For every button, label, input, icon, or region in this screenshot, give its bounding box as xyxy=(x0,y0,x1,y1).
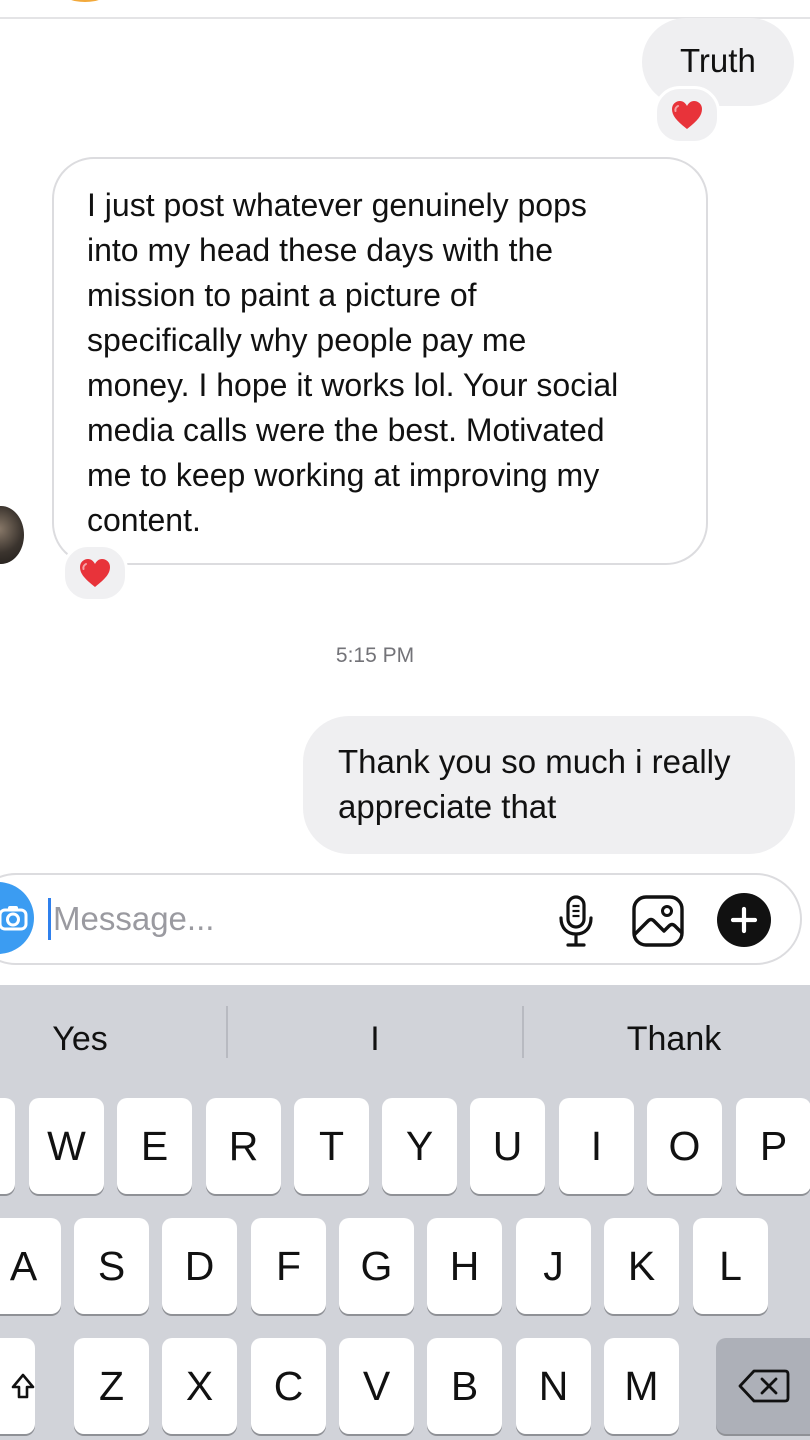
key-g[interactable]: G xyxy=(339,1218,414,1314)
key-r[interactable]: R xyxy=(206,1098,281,1194)
message-line: media calls were the best. Motivated xyxy=(87,412,605,448)
key-i[interactable]: I xyxy=(559,1098,634,1194)
plus-icon xyxy=(730,906,758,934)
shift-key[interactable] xyxy=(0,1338,35,1434)
key-n[interactable]: N xyxy=(516,1338,591,1434)
heart-icon xyxy=(672,101,702,129)
key-c[interactable]: C xyxy=(251,1338,326,1434)
key-q-partial[interactable] xyxy=(0,1098,15,1194)
key-b[interactable]: B xyxy=(427,1338,502,1434)
gallery-icon xyxy=(632,895,684,947)
voice-message-button[interactable] xyxy=(552,893,600,949)
key-u[interactable]: U xyxy=(470,1098,545,1194)
key-a[interactable]: A xyxy=(0,1218,61,1314)
backspace-icon xyxy=(738,1369,790,1403)
key-f[interactable]: F xyxy=(251,1218,326,1314)
message-text: Truth xyxy=(680,42,756,79)
message-text: I just post whatever genuinely pops into… xyxy=(87,183,687,543)
key-k[interactable]: K xyxy=(604,1218,679,1314)
key-v[interactable]: V xyxy=(339,1338,414,1434)
heart-reaction[interactable] xyxy=(62,544,128,602)
key-l[interactable]: L xyxy=(693,1218,768,1314)
camera-icon xyxy=(0,906,28,931)
message-timestamp: 5:15 PM xyxy=(335,644,415,667)
gallery-button[interactable] xyxy=(630,893,686,949)
sender-avatar[interactable] xyxy=(0,506,24,564)
key-e[interactable]: E xyxy=(117,1098,192,1194)
key-y[interactable]: Y xyxy=(382,1098,457,1194)
key-o[interactable]: O xyxy=(647,1098,722,1194)
outgoing-message-bubble[interactable]: Thank you so much i really appreciate th… xyxy=(303,716,795,854)
key-d[interactable]: D xyxy=(162,1218,237,1314)
key-h[interactable]: H xyxy=(427,1218,502,1314)
key-w[interactable]: W xyxy=(29,1098,104,1194)
chat-screen: Truth I just post whatever genuinely pop… xyxy=(0,0,810,1440)
more-options-button[interactable] xyxy=(717,893,771,947)
message-line: into my head these days with the xyxy=(87,232,554,268)
message-line: me to keep working at improving my xyxy=(87,457,600,493)
incoming-message-bubble[interactable]: I just post whatever genuinely pops into… xyxy=(52,157,708,565)
message-line: Thank you so much i really xyxy=(338,743,731,780)
suggestion-thank[interactable]: Thank xyxy=(524,1020,810,1060)
message-line: I just post whatever genuinely pops xyxy=(87,187,587,223)
message-input[interactable] xyxy=(53,896,533,942)
key-m[interactable]: M xyxy=(604,1338,679,1434)
message-line: money. I hope it works lol. Your social xyxy=(87,367,619,403)
top-avatar-peek xyxy=(60,0,110,2)
message-line: specifically why people pay me xyxy=(87,322,527,358)
heart-reaction[interactable] xyxy=(654,86,720,144)
message-line: content. xyxy=(87,502,201,538)
key-s[interactable]: S xyxy=(74,1218,149,1314)
message-line: appreciate that xyxy=(338,788,557,825)
suggestion-i[interactable]: I xyxy=(227,1020,523,1060)
key-x[interactable]: X xyxy=(162,1338,237,1434)
message-text: Thank you so much i really appreciate th… xyxy=(338,739,731,829)
heart-icon xyxy=(80,559,110,587)
key-p[interactable]: P xyxy=(736,1098,810,1194)
backspace-key[interactable] xyxy=(716,1338,810,1434)
key-j[interactable]: J xyxy=(516,1218,591,1314)
message-line: mission to paint a picture of xyxy=(87,277,477,313)
microphone-icon xyxy=(559,895,593,947)
key-t[interactable]: T xyxy=(294,1098,369,1194)
key-z[interactable]: Z xyxy=(74,1338,149,1434)
shift-icon xyxy=(11,1373,34,1399)
text-cursor xyxy=(48,898,51,940)
suggestion-yes[interactable]: Yes xyxy=(0,1020,160,1060)
